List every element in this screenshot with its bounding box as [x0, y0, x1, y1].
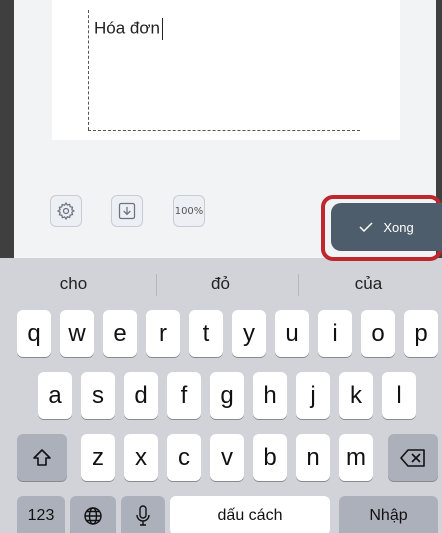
- key-y[interactable]: y: [232, 310, 266, 357]
- left-frame-edge: [0, 0, 14, 258]
- import-button[interactable]: [111, 195, 143, 227]
- key-v[interactable]: v: [210, 434, 244, 481]
- key-r[interactable]: r: [146, 310, 180, 357]
- done-button-label: Xong: [383, 219, 414, 235]
- download-box-icon: [118, 202, 136, 220]
- key-z[interactable]: z: [81, 434, 115, 481]
- text-input-box[interactable]: Hóa đơn: [88, 10, 360, 131]
- microphone-icon: [136, 505, 150, 526]
- key-k[interactable]: k: [339, 372, 373, 419]
- document-text[interactable]: Hóa đơn: [94, 18, 164, 40]
- globe-icon: [84, 507, 102, 525]
- key-q[interactable]: q: [17, 310, 51, 357]
- suggestion-3[interactable]: của: [295, 264, 442, 304]
- key-d[interactable]: d: [124, 372, 158, 419]
- key-w[interactable]: w: [60, 310, 94, 357]
- gear-icon: [56, 201, 75, 221]
- backspace-key[interactable]: [388, 434, 438, 481]
- zoom-level-button[interactable]: 100%: [173, 195, 205, 227]
- document-text-value: Hóa đơn: [94, 18, 160, 38]
- zoom-level-label: 100%: [174, 205, 204, 217]
- key-l[interactable]: l: [382, 372, 416, 419]
- shift-key[interactable]: [17, 434, 67, 481]
- backspace-icon: [400, 448, 425, 467]
- key-g[interactable]: g: [210, 372, 244, 419]
- text-box-left-border: [88, 10, 89, 130]
- numbers-key[interactable]: 123: [17, 496, 65, 533]
- key-t[interactable]: t: [189, 310, 223, 357]
- settings-button[interactable]: [50, 195, 82, 227]
- key-s[interactable]: s: [81, 372, 115, 419]
- done-button[interactable]: Xong: [331, 203, 442, 251]
- key-j[interactable]: j: [296, 372, 330, 419]
- space-key[interactable]: dấu cách: [170, 496, 330, 533]
- key-h[interactable]: h: [253, 372, 287, 419]
- key-i[interactable]: i: [318, 310, 352, 357]
- key-o[interactable]: o: [361, 310, 395, 357]
- key-n[interactable]: n: [296, 434, 330, 481]
- checkmark-icon: [359, 222, 373, 233]
- keyboard-suggestion-bar: cho đỏ của: [0, 264, 442, 304]
- dictation-key[interactable]: [121, 496, 165, 533]
- key-c[interactable]: c: [167, 434, 201, 481]
- text-caret: [161, 18, 164, 40]
- globe-key[interactable]: [70, 496, 116, 533]
- key-f[interactable]: f: [167, 372, 201, 419]
- suggestion-1[interactable]: cho: [0, 264, 147, 304]
- suggestion-2[interactable]: đỏ: [147, 264, 294, 304]
- return-key[interactable]: Nhập: [339, 496, 438, 533]
- key-x[interactable]: x: [124, 434, 158, 481]
- key-m[interactable]: m: [339, 434, 373, 481]
- key-b[interactable]: b: [253, 434, 287, 481]
- key-p[interactable]: p: [404, 310, 438, 357]
- shift-arrow-icon: [33, 448, 51, 466]
- key-e[interactable]: e: [103, 310, 137, 357]
- text-box-bottom-border: [88, 130, 360, 131]
- key-a[interactable]: a: [38, 372, 72, 419]
- key-u[interactable]: u: [275, 310, 309, 357]
